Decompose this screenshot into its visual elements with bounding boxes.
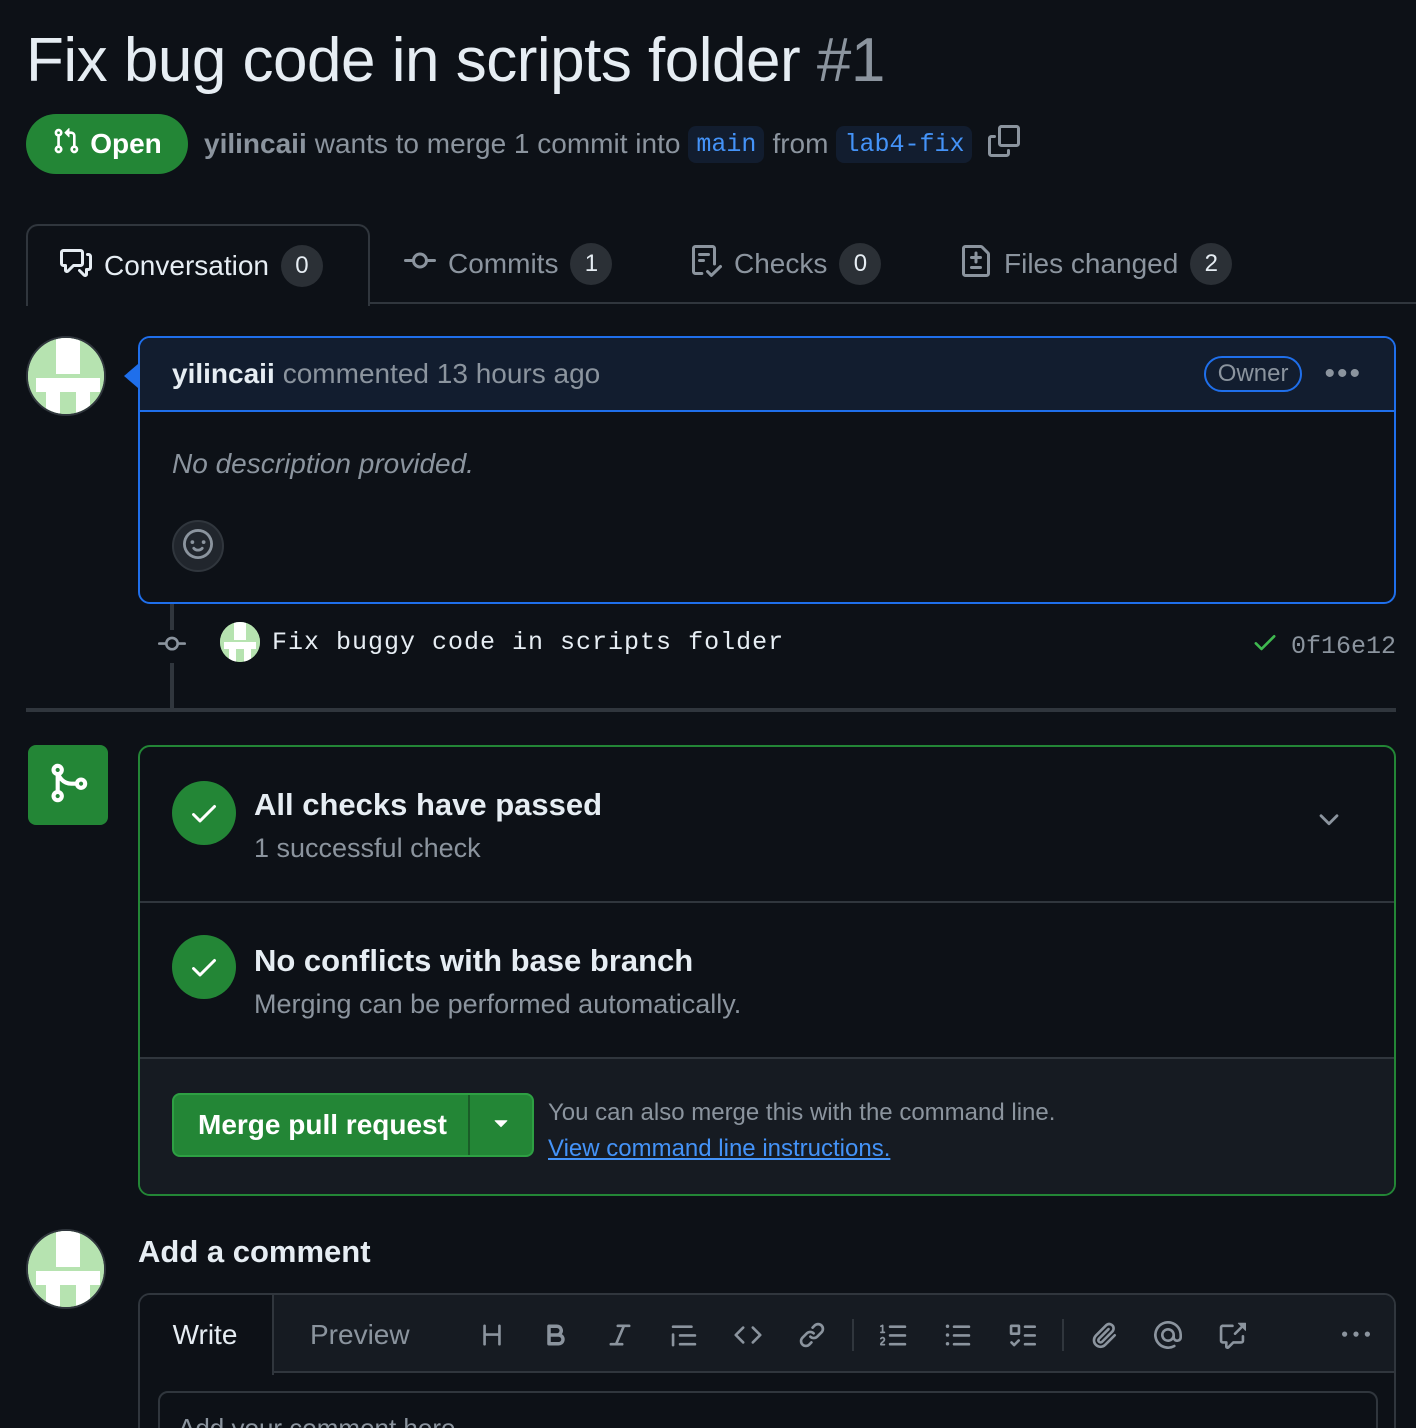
comment-textarea[interactable]: Add your comment here... — [158, 1391, 1378, 1428]
tab-checks-count: 0 — [839, 243, 882, 285]
git-pull-request-icon — [52, 127, 80, 162]
cli-instructions-link[interactable]: View command line instructions. — [548, 1135, 890, 1162]
pr-from-text: from — [772, 128, 829, 159]
tab-checks[interactable]: Checks 0 — [690, 224, 882, 304]
toolbar-divider — [1062, 1319, 1064, 1351]
pr-merge-text: wants to merge 1 commit into — [314, 128, 681, 159]
pr-number: #1 — [816, 26, 885, 95]
pr-description-comment: yilincaii commented 13 hours ago Owner •… — [138, 336, 1396, 604]
commit-message-link[interactable]: Fix buggy code in scripts folder — [272, 628, 784, 657]
comment-header: yilincaii commented 13 hours ago Owner •… — [140, 338, 1394, 412]
paperclip-icon[interactable] — [1072, 1313, 1136, 1357]
checks-status-row[interactable]: All checks have passed 1 successful chec… — [140, 747, 1394, 903]
tab-commits-label: Commits — [448, 248, 559, 279]
tab-write[interactable]: Write — [140, 1295, 274, 1375]
triangle-down-icon — [487, 1108, 515, 1143]
toolbar-divider — [852, 1319, 854, 1351]
commit-sha-link[interactable]: 0f16e12 — [1291, 632, 1396, 661]
checks-title: All checks have passed — [254, 787, 603, 822]
tab-conversation-label: Conversation — [104, 250, 269, 281]
timeline-commit-row: Fix buggy code in scripts folder 0f16e12 — [156, 620, 1396, 668]
pr-title: Fix bug code in scripts folder — [26, 26, 801, 95]
tab-commits[interactable]: Commits 1 — [404, 224, 613, 304]
pr-tabs: Conversation 0 Commits 1 Checks 0 Files … — [26, 224, 1416, 306]
comment-discussion-icon — [60, 247, 92, 286]
check-circle-icon — [172, 781, 236, 845]
quote-icon[interactable] — [652, 1313, 716, 1357]
conflicts-title: No conflicts with base branch — [254, 943, 694, 978]
tab-files-changed[interactable]: Files changed 2 — [960, 224, 1233, 304]
pr-author-link[interactable]: yilincaii — [204, 128, 307, 160]
bold-icon[interactable] — [524, 1313, 588, 1357]
timeline-divider — [26, 708, 1396, 712]
kebab-horizontal-icon[interactable] — [1324, 1313, 1388, 1357]
chevron-down-icon[interactable] — [1314, 805, 1344, 840]
checks-subtitle: 1 successful check — [254, 833, 481, 863]
pr-meta: yilincaii wants to merge 1 commit into m… — [204, 114, 1021, 174]
conflicts-status-row: No conflicts with base branch Merging ca… — [140, 903, 1394, 1059]
heading-icon[interactable] — [460, 1313, 524, 1357]
tab-checks-label: Checks — [734, 248, 828, 279]
mention-icon[interactable] — [1136, 1313, 1200, 1357]
add-reaction-button[interactable] — [172, 520, 224, 572]
add-comment-heading: Add a comment — [138, 1234, 371, 1269]
editor-tabs: Write Preview — [140, 1295, 1394, 1375]
italic-icon[interactable] — [588, 1313, 652, 1357]
comment-caret — [124, 364, 138, 388]
tab-conversation-count: 0 — [280, 245, 323, 287]
cli-hint: You can also merge this with the command… — [548, 1095, 1055, 1167]
check-circle-icon — [172, 935, 236, 999]
commit-status: 0f16e12 — [1251, 628, 1396, 664]
owner-badge: Owner — [1203, 356, 1303, 392]
comment-body: No description provided. — [172, 448, 474, 479]
cli-hint-text: You can also merge this with the command… — [548, 1099, 1056, 1126]
check-icon[interactable] — [1251, 628, 1279, 664]
cross-reference-icon[interactable] — [1200, 1313, 1264, 1357]
code-icon[interactable] — [716, 1313, 780, 1357]
git-merge-icon — [46, 761, 90, 810]
smiley-icon — [183, 528, 213, 564]
conflicts-subtitle: Merging can be performed automatically. — [254, 989, 742, 1019]
pr-state-badge: Open — [26, 114, 188, 174]
avatar[interactable] — [26, 1229, 106, 1309]
merge-pull-request-button[interactable]: Merge pull request — [174, 1109, 468, 1141]
tasklist-icon[interactable] — [990, 1313, 1054, 1357]
comment-editor: Write Preview Add your comment here... — [138, 1293, 1396, 1428]
comment-timestamp[interactable]: commented 13 hours ago — [283, 358, 601, 390]
base-branch-label[interactable]: main — [688, 125, 765, 163]
page-title: Fix bug code in scripts folder #1 — [26, 22, 885, 100]
git-commit-icon — [156, 630, 188, 663]
merge-box: All checks have passed 1 successful chec… — [138, 745, 1396, 1196]
kebab-horizontal-icon[interactable]: ••• — [1324, 357, 1362, 391]
checklist-icon — [690, 244, 723, 284]
git-commit-icon — [404, 245, 436, 284]
merge-button-group: Merge pull request — [172, 1093, 534, 1157]
tab-files-changed-count: 2 — [1190, 243, 1233, 285]
pr-state-label: Open — [90, 128, 162, 159]
tab-preview[interactable]: Preview — [310, 1295, 410, 1375]
avatar[interactable] — [26, 336, 106, 416]
file-diff-icon — [960, 244, 992, 284]
tab-files-changed-label: Files changed — [1004, 248, 1179, 279]
list-ordered-icon[interactable] — [862, 1313, 926, 1357]
merge-actions-row: Merge pull request You can also merge th… — [140, 1059, 1394, 1194]
tab-commits-count: 1 — [570, 243, 613, 285]
link-icon[interactable] — [780, 1313, 844, 1357]
comment-author[interactable]: yilincaii — [172, 358, 275, 390]
merge-status-icon-box — [28, 745, 108, 825]
tab-conversation[interactable]: Conversation 0 — [26, 224, 370, 306]
copy-icon[interactable] — [988, 124, 1021, 164]
commit-author-avatar[interactable] — [220, 622, 260, 662]
merge-method-dropdown-button[interactable] — [468, 1095, 532, 1155]
list-unordered-icon[interactable] — [926, 1313, 990, 1357]
head-branch-label[interactable]: lab4-fix — [836, 125, 973, 163]
markdown-toolbar — [460, 1313, 1388, 1357]
